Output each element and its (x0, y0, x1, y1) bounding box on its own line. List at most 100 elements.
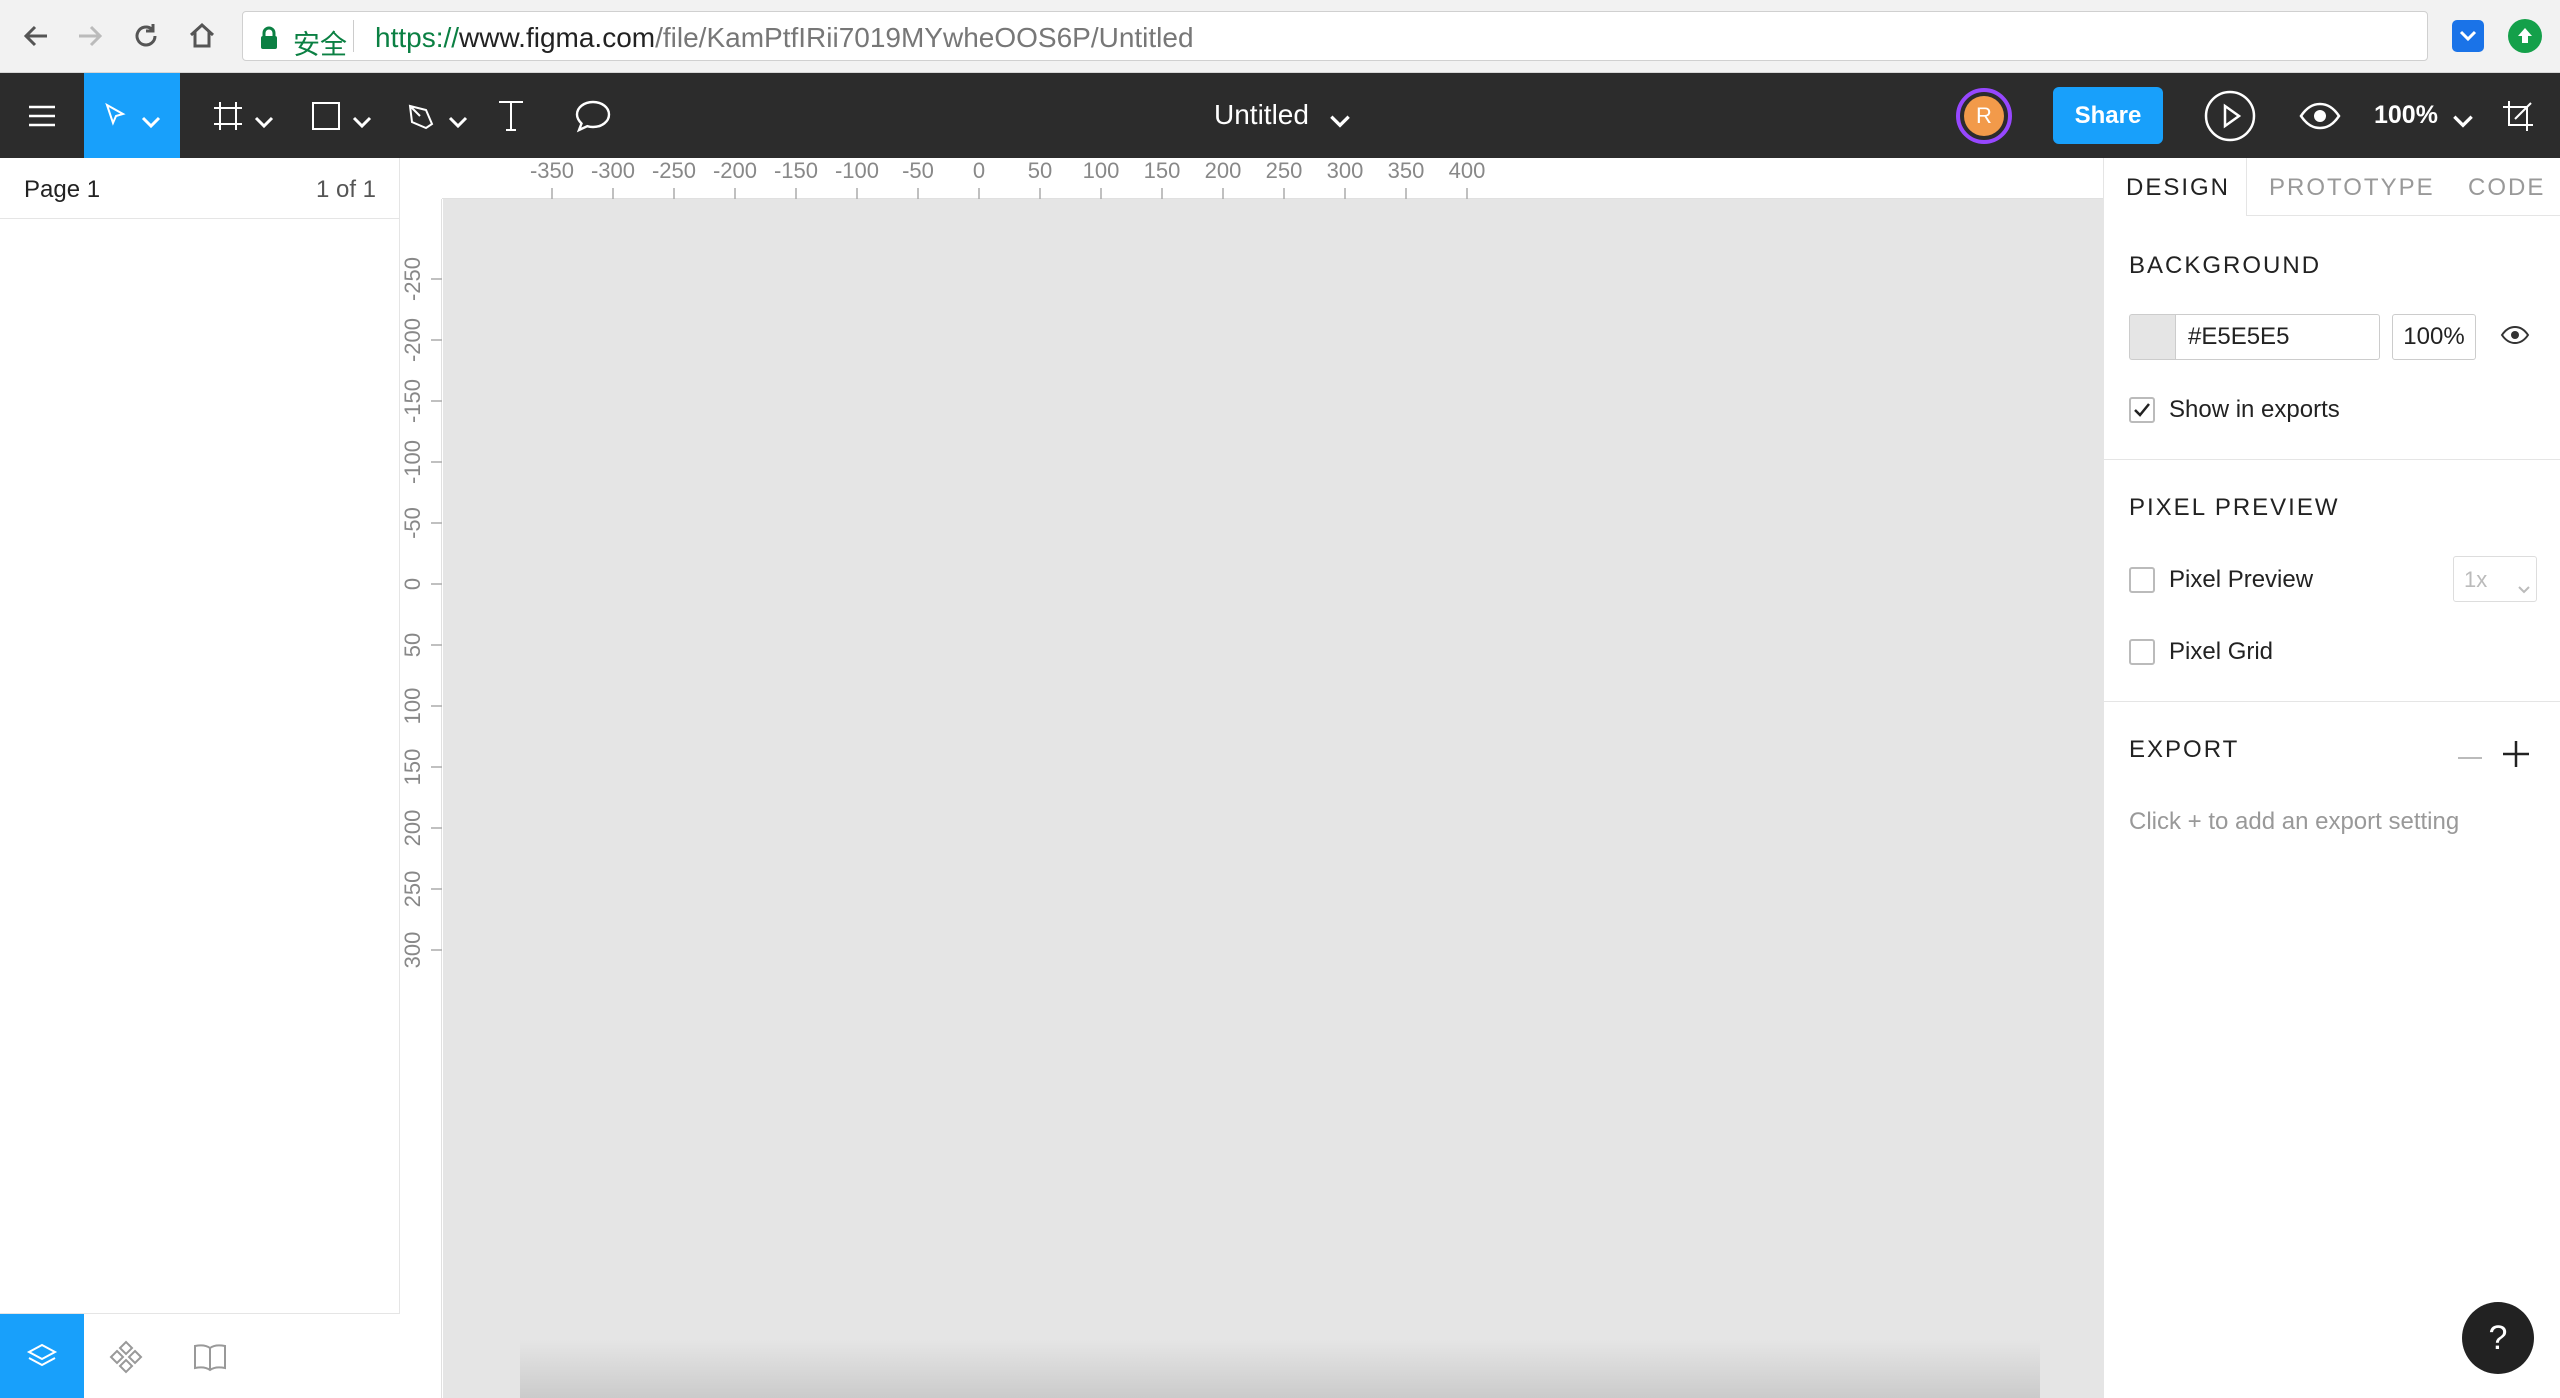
ruler-corner (400, 158, 442, 199)
ruler-label: 300 (1327, 158, 1364, 183)
properties-panel: DESIGN PROTOTYPE CODE BACKGROUND Show in… (2103, 158, 2560, 1398)
ruler-label: -100 (400, 440, 425, 484)
text-tool-button[interactable] (488, 73, 534, 158)
main-menu-button[interactable] (0, 73, 84, 158)
tab-code[interactable]: CODE (2468, 174, 2545, 202)
minus-icon[interactable] (2456, 748, 2484, 768)
ruler-label: 150 (400, 749, 425, 786)
share-button[interactable]: Share (2053, 87, 2163, 144)
background-opacity-input[interactable] (2392, 314, 2476, 360)
eye-icon[interactable] (2500, 324, 2530, 346)
chevron-down-icon (448, 116, 468, 128)
pixel-grid-label: Pixel Grid (2169, 638, 2274, 665)
ruler-label: 350 (1388, 158, 1425, 183)
reload-button[interactable] (124, 14, 168, 58)
view-button[interactable] (2290, 73, 2350, 158)
extension-icon[interactable] (2452, 20, 2484, 52)
arrow-up-icon (2518, 28, 2532, 43)
pen-tool-button[interactable] (392, 73, 484, 158)
ruler-horizontal-ticks: -350 -300 -250 -200 -150 -100 -50 0 50 100 150 200 2… (530, 158, 1485, 199)
ruler-label: -250 (652, 158, 696, 183)
page-selector[interactable]: Page 1 1 of 1 (0, 158, 400, 219)
show-in-exports-checkbox[interactable] (2129, 397, 2155, 423)
hamburger-icon (29, 105, 55, 126)
update-icon[interactable] (2508, 19, 2542, 53)
section-divider (2104, 701, 2560, 702)
book-icon (194, 1343, 226, 1371)
url-text: https://www.figma.com/file/KamPtfIRii701… (375, 22, 1194, 54)
ruler-label: 300 (400, 932, 425, 969)
reload-icon (135, 24, 157, 47)
figma-toolbar: Untitled R Share 100% (0, 73, 2560, 158)
background-hex-input[interactable] (2175, 314, 2380, 360)
pen-icon (408, 104, 434, 129)
text-icon (499, 100, 523, 131)
export-hint: Click + to add an export setting (2129, 808, 2460, 835)
back-button[interactable] (14, 14, 58, 58)
home-button[interactable] (180, 14, 224, 58)
zoom-dropdown[interactable] (2448, 73, 2478, 158)
file-title[interactable]: Untitled (1214, 99, 1353, 134)
ruler-label: -50 (400, 507, 425, 539)
plus-icon[interactable] (2500, 738, 2532, 770)
forward-button[interactable] (68, 14, 112, 58)
export-section-title: EXPORT (2129, 736, 2240, 763)
browser-toolbar: 安全 https://www.figma.com/file/KamPtfIRii… (0, 0, 2560, 73)
url-scheme: https:// (375, 22, 460, 53)
components-icon (109, 1340, 143, 1373)
ruler-label: -150 (774, 158, 818, 183)
frame-tool-button[interactable] (198, 73, 290, 158)
components-tab[interactable] (84, 1314, 168, 1398)
comment-tool-button[interactable] (566, 73, 620, 158)
address-bar[interactable]: 安全 https://www.figma.com/file/KamPtfIRii… (242, 11, 2428, 61)
ruler-label: 200 (400, 810, 425, 847)
background-color-swatch[interactable] (2129, 314, 2175, 360)
tab-prototype[interactable]: PROTOTYPE (2269, 174, 2435, 202)
tab-divider (2246, 158, 2247, 216)
crop-button[interactable] (2494, 73, 2542, 158)
chevron-down-icon (2453, 115, 2473, 128)
canvas[interactable] (443, 199, 2103, 1398)
section-divider (2104, 459, 2560, 460)
ruler-label: -350 (530, 158, 574, 183)
tabs-underline (2246, 215, 2560, 216)
ruler-label: 50 (400, 633, 425, 657)
ruler-label: -100 (835, 158, 879, 183)
tab-design[interactable]: DESIGN (2126, 174, 2230, 202)
ruler-label: -200 (400, 318, 425, 362)
arrow-right-icon (79, 25, 103, 47)
help-button[interactable]: ? (2462, 1302, 2534, 1374)
chevron-down-icon (141, 116, 161, 128)
ruler-label: 200 (1205, 158, 1242, 183)
chevron-down-icon (254, 116, 274, 128)
pixel-preview-scale-select[interactable]: 1x (2453, 556, 2537, 602)
pixel-preview-checkbox[interactable] (2129, 567, 2155, 593)
chevron-down-icon (1329, 115, 1350, 128)
url-separator (353, 20, 354, 52)
rectangle-icon (312, 101, 340, 130)
avatar-initial: R (1964, 96, 2004, 136)
present-button[interactable] (2198, 73, 2262, 158)
avatar[interactable]: R (1956, 88, 2012, 144)
play-icon (2204, 90, 2256, 141)
ruler-vertical: -250 -200 -150 -100 -50 0 50 100 150 200 250 300 (400, 199, 442, 1398)
checkmark-icon (2134, 403, 2150, 417)
ruler-label: -150 (400, 379, 425, 423)
ruler-label: 100 (400, 688, 425, 725)
pixel-preview-section-title: PIXEL PREVIEW (2129, 494, 2340, 521)
ruler-label: -200 (713, 158, 757, 183)
ruler-label: 150 (1144, 158, 1181, 183)
zoom-level[interactable]: 100% (2374, 101, 2438, 130)
panel-tabs: DESIGN PROTOTYPE CODE (2104, 158, 2560, 216)
move-tool-button[interactable] (84, 73, 180, 158)
layers-icon (26, 1343, 58, 1366)
layers-tab[interactable] (0, 1314, 84, 1398)
shape-tool-button[interactable] (296, 73, 388, 158)
library-tab[interactable] (168, 1314, 252, 1398)
secure-label: 安全 (293, 30, 347, 61)
lock-icon (261, 26, 277, 49)
layers-panel: Page 1 1 of 1 (0, 158, 400, 1398)
pocket-icon (2459, 30, 2477, 42)
show-in-exports-label: Show in exports (2169, 396, 2340, 423)
pixel-grid-checkbox[interactable] (2129, 639, 2155, 665)
